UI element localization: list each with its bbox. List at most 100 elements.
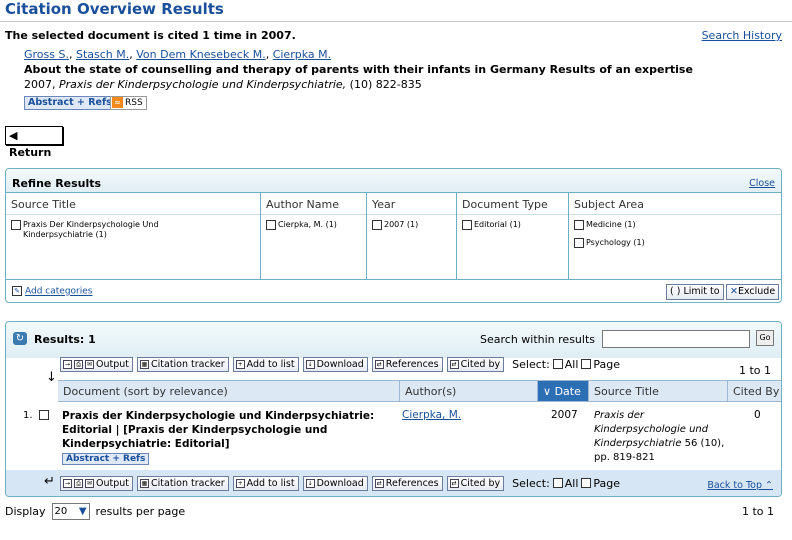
chevron-up-icon: ⌃	[765, 480, 773, 491]
download-icon: ↓	[305, 478, 315, 488]
citation-tracker-button[interactable]: ▦ Citation tracker	[137, 475, 229, 491]
col-cited-by[interactable]: Cited By	[728, 381, 781, 401]
email-icon: ✉	[85, 478, 94, 488]
results-per-page-label: results per page	[95, 505, 186, 518]
back-to-top-link[interactable]: Back to Top ⌃	[707, 480, 773, 491]
select-all-label: All	[564, 476, 579, 490]
select-all-checkbox[interactable]	[552, 359, 563, 369]
select-page-checkbox[interactable]	[581, 359, 592, 369]
limit-to-button[interactable]: ( ) Limit to	[666, 284, 724, 300]
checkbox[interactable]	[462, 220, 472, 230]
arrow-up-icon: ↵	[44, 474, 55, 489]
checkbox[interactable]	[266, 220, 276, 230]
download-label: Download	[316, 477, 364, 489]
exclude-button[interactable]: ✕Exclude	[726, 284, 780, 300]
back-to-top-label: Back to Top	[707, 480, 762, 491]
references-button[interactable]: ⇄ References	[371, 356, 443, 372]
row-title[interactable]: Praxis der Kinderpsychologie und Kinderp…	[62, 409, 392, 451]
refine-option[interactable]: Praxis Der Kinderpsychologie Und Kinderp…	[11, 220, 260, 240]
rss-button[interactable]: ≈ RSS	[110, 96, 147, 110]
rss-icon: ≈	[112, 97, 123, 108]
search-within-label: Search within results	[480, 333, 596, 346]
back-arrow-icon: ◀	[9, 129, 18, 142]
author-link[interactable]: Cierpka M.	[273, 48, 331, 61]
refine-col-header: Year	[367, 198, 456, 215]
row-source: Praxis der Kinderpsychologie und Kinderp…	[594, 409, 730, 465]
add-to-list-label: Add to list	[246, 358, 295, 370]
results-range-top: 1 to 1	[738, 364, 771, 377]
refresh-icon: ↻	[13, 332, 27, 345]
references-icon: ⇄	[374, 478, 384, 488]
download-button[interactable]: ↓ Download	[302, 356, 368, 372]
checkbox[interactable]	[574, 238, 584, 248]
title-divider	[0, 21, 792, 22]
add-categories-link[interactable]: ✎ Add categories	[12, 286, 92, 297]
col-source-title[interactable]: Source Title	[589, 381, 728, 401]
chevron-down-icon: ▼	[78, 506, 87, 517]
cited-by-label: Cited by	[460, 477, 501, 489]
col-date[interactable]: ∨ Date	[538, 381, 589, 401]
go-button[interactable]: Go	[756, 330, 774, 346]
refine-footer: ✎ Add categories ( ) Limit to ✕Exclude	[6, 280, 781, 302]
refine-results-panel: Refine Results Close Source Title Praxis…	[5, 168, 782, 303]
display-per-page: Display 20 ▼ results per page	[5, 503, 185, 520]
refine-close-link[interactable]: Close	[749, 178, 775, 189]
add-to-list-button[interactable]: + Add to list	[232, 356, 299, 372]
cited-by-icon: ⇄	[449, 359, 459, 369]
abstract-refs-button[interactable]: Abstract + Refs	[24, 96, 116, 110]
refine-option-label: Medicine (1)	[586, 220, 636, 229]
citation-tracker-button[interactable]: ▦ Citation tracker	[137, 356, 229, 372]
references-label: References	[385, 477, 439, 489]
refine-option-label: Cierpka, M. (1)	[278, 220, 337, 229]
document-title: About the state of counselling and thera…	[24, 63, 693, 76]
sort-desc-icon: ∨	[543, 385, 555, 398]
author-link[interactable]: Gross S.	[24, 48, 69, 61]
download-label: Download	[316, 358, 364, 370]
add-to-list-button[interactable]: + Add to list	[232, 475, 299, 491]
output-button[interactable]: → ⎙ ✉ Output	[60, 356, 133, 372]
refine-columns: Source Title Praxis Der Kinderpsychologi…	[6, 193, 781, 280]
col-authors[interactable]: Author(s)	[400, 381, 538, 401]
checkbox[interactable]	[11, 220, 21, 230]
select-controls: Select: All Page	[512, 358, 620, 371]
select-label: Select:	[512, 476, 550, 490]
output-label: Output	[96, 358, 129, 370]
refine-option[interactable]: 2007 (1)	[372, 220, 456, 230]
select-page-checkbox[interactable]	[581, 478, 592, 488]
refine-option[interactable]: Medicine (1)	[574, 220, 781, 230]
author-link[interactable]: Von Dem Knesebeck M.	[136, 48, 265, 61]
page-title: Citation Overview Results	[5, 0, 224, 18]
select-all-label: All	[564, 357, 579, 371]
checkbox[interactable]	[372, 220, 382, 230]
return-label: Return	[9, 146, 52, 159]
checkbox[interactable]	[574, 220, 584, 230]
output-button[interactable]: → ⎙ ✉ Output	[60, 475, 133, 491]
author-link[interactable]: Stasch M.	[76, 48, 129, 61]
close-icon: ✕	[730, 286, 738, 297]
row-author-link[interactable]: Cierpka, M.	[402, 409, 461, 421]
select-page-label: Page	[593, 476, 621, 490]
search-within-input[interactable]	[602, 330, 750, 348]
download-button[interactable]: ↓ Download	[302, 475, 368, 491]
refine-results-title: Refine Results	[6, 169, 781, 193]
table-row: 1. Praxis der Kinderpsychologie und Kind…	[6, 404, 781, 468]
results-column-headers: Document (sort by relevance) Author(s) ∨…	[58, 380, 781, 402]
results-per-page-select[interactable]: 20 ▼	[51, 503, 90, 520]
return-button[interactable]: ◀ Return	[5, 126, 63, 159]
cited-by-button[interactable]: ⇄ Cited by	[446, 356, 505, 372]
refine-option[interactable]: Psychology (1)	[574, 238, 781, 248]
refine-option[interactable]: Cierpka, M. (1)	[266, 220, 366, 230]
refine-option[interactable]: Editorial (1)	[462, 220, 568, 230]
results-panel: ↻ Results: 1 Search within results Go → ⎙…	[5, 321, 782, 497]
refine-col-document-type: Document Type Editorial (1)	[457, 193, 569, 279]
references-button[interactable]: ⇄ References	[371, 475, 443, 491]
row-checkbox[interactable]	[39, 410, 49, 420]
document-issue: (10) 822-835	[349, 78, 422, 91]
cited-by-button[interactable]: ⇄ Cited by	[446, 475, 505, 491]
row-abstract-refs-button[interactable]: Abstract + Refs	[62, 453, 150, 465]
select-all-checkbox[interactable]	[552, 478, 563, 488]
search-history-link[interactable]: Search History	[702, 29, 782, 42]
col-document[interactable]: Document (sort by relevance)	[58, 381, 400, 401]
results-per-page-value: 20	[54, 506, 68, 517]
results-header: ↻ Results: 1 Search within results Go	[6, 322, 781, 358]
